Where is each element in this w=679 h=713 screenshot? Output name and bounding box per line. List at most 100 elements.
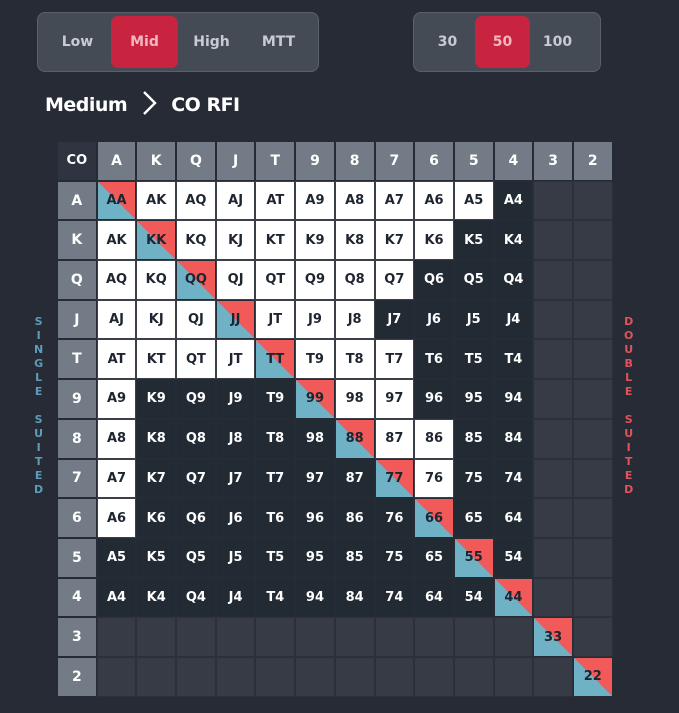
hand-cell[interactable]: 55: [453, 537, 494, 578]
hand-cell[interactable]: A4: [493, 180, 534, 221]
hand-cell[interactable]: QJ: [215, 260, 256, 300]
hand-cell[interactable]: J4: [215, 577, 256, 618]
hand-cell[interactable]: T5: [255, 537, 296, 578]
hand-cell[interactable]: KJ: [136, 299, 177, 340]
hand-cell[interactable]: J7: [215, 458, 256, 499]
hand-cell[interactable]: 76: [414, 458, 454, 499]
hand-cell[interactable]: 96: [414, 379, 454, 419]
hand-cell[interactable]: 86: [414, 418, 454, 459]
hand-cell[interactable]: QQ: [176, 260, 216, 300]
stack-option-30[interactable]: 30: [420, 16, 475, 68]
hand-cell[interactable]: K9: [295, 220, 335, 261]
hand-cell[interactable]: KQ: [136, 260, 177, 300]
hand-cell[interactable]: K7: [374, 220, 415, 261]
hand-cell[interactable]: 95: [295, 537, 335, 578]
hand-cell[interactable]: T9: [295, 339, 335, 380]
hand-cell[interactable]: Q5: [176, 537, 216, 578]
hand-cell[interactable]: KT: [255, 220, 296, 261]
hand-cell[interactable]: JJ: [215, 299, 256, 340]
hand-cell[interactable]: T9: [255, 379, 296, 419]
hand-cell[interactable]: Q9: [295, 260, 335, 300]
hand-cell[interactable]: A4: [96, 577, 137, 618]
hand-cell[interactable]: K8: [334, 220, 375, 261]
hand-cell[interactable]: J5: [215, 537, 256, 578]
hand-cell[interactable]: T6: [414, 339, 454, 380]
hand-cell[interactable]: A5: [453, 180, 494, 221]
hand-cell[interactable]: T7: [255, 458, 296, 499]
stakes-option-high[interactable]: High: [178, 16, 245, 68]
hand-cell[interactable]: K6: [414, 220, 454, 261]
hand-cell[interactable]: AK: [96, 220, 137, 261]
hand-cell[interactable]: T4: [493, 339, 534, 380]
hand-cell[interactable]: K4: [136, 577, 177, 618]
hand-cell[interactable]: 64: [493, 498, 534, 538]
hand-cell[interactable]: K4: [493, 220, 534, 261]
hand-cell[interactable]: J8: [215, 418, 256, 459]
hand-cell[interactable]: J4: [493, 299, 534, 340]
hand-cell[interactable]: 44: [493, 577, 534, 618]
hand-cell[interactable]: Q8: [176, 418, 216, 459]
hand-cell[interactable]: 95: [453, 379, 494, 419]
hand-cell[interactable]: T7: [374, 339, 415, 380]
hand-cell[interactable]: K5: [136, 537, 177, 578]
hand-cell[interactable]: JT: [255, 299, 296, 340]
hand-cell[interactable]: A9: [295, 180, 335, 221]
hand-cell[interactable]: Q5: [453, 260, 494, 300]
hand-cell[interactable]: K9: [136, 379, 177, 419]
hand-cell[interactable]: AK: [136, 180, 177, 221]
hand-cell[interactable]: QT: [255, 260, 296, 300]
hand-cell[interactable]: AQ: [96, 260, 137, 300]
hand-cell[interactable]: 74: [374, 577, 415, 618]
hand-cell[interactable]: Q4: [176, 577, 216, 618]
hand-cell[interactable]: 22: [572, 656, 613, 697]
hand-cell[interactable]: 98: [295, 418, 335, 459]
hand-cell[interactable]: 74: [493, 458, 534, 499]
hand-cell[interactable]: AJ: [96, 299, 137, 340]
hand-cell[interactable]: 96: [295, 498, 335, 538]
hand-cell[interactable]: A7: [96, 458, 137, 499]
hand-cell[interactable]: Q9: [176, 379, 216, 419]
hand-cell[interactable]: 77: [374, 458, 415, 499]
hand-cell[interactable]: AT: [96, 339, 137, 380]
hand-cell[interactable]: TT: [255, 339, 296, 380]
hand-cell[interactable]: KK: [136, 220, 177, 261]
hand-cell[interactable]: T6: [255, 498, 296, 538]
hand-cell[interactable]: J8: [334, 299, 375, 340]
hand-cell[interactable]: K7: [136, 458, 177, 499]
hand-cell[interactable]: Q7: [176, 458, 216, 499]
hand-cell[interactable]: Q6: [414, 260, 454, 300]
breadcrumb-level[interactable]: Medium: [45, 94, 128, 116]
hand-cell[interactable]: JT: [215, 339, 256, 380]
hand-cell[interactable]: T8: [255, 418, 296, 459]
hand-cell[interactable]: A9: [96, 379, 137, 419]
hand-cell[interactable]: 88: [334, 418, 375, 459]
hand-cell[interactable]: 94: [295, 577, 335, 618]
hand-cell[interactable]: Q7: [374, 260, 415, 300]
stakes-option-mtt[interactable]: MTT: [245, 16, 312, 68]
hand-cell[interactable]: K5: [453, 220, 494, 261]
hand-cell[interactable]: AT: [255, 180, 296, 221]
stack-option-100[interactable]: 100: [530, 16, 585, 68]
hand-cell[interactable]: 87: [374, 418, 415, 459]
hand-cell[interactable]: 99: [295, 379, 335, 419]
hand-cell[interactable]: T8: [334, 339, 375, 380]
hand-cell[interactable]: 84: [334, 577, 375, 618]
hand-cell[interactable]: K6: [136, 498, 177, 538]
stakes-option-mid[interactable]: Mid: [111, 16, 178, 68]
hand-cell[interactable]: QT: [176, 339, 216, 380]
hand-cell[interactable]: 98: [334, 379, 375, 419]
hand-cell[interactable]: K8: [136, 418, 177, 459]
hand-cell[interactable]: KQ: [176, 220, 216, 261]
hand-cell[interactable]: 76: [374, 498, 415, 538]
hand-cell[interactable]: J7: [374, 299, 415, 340]
hand-cell[interactable]: A6: [96, 498, 137, 538]
hand-cell[interactable]: 85: [334, 537, 375, 578]
hand-cell[interactable]: A8: [334, 180, 375, 221]
hand-cell[interactable]: AA: [96, 180, 137, 221]
hand-cell[interactable]: 66: [414, 498, 454, 538]
hand-cell[interactable]: J6: [414, 299, 454, 340]
hand-cell[interactable]: KJ: [215, 220, 256, 261]
hand-cell[interactable]: A5: [96, 537, 137, 578]
hand-cell[interactable]: 75: [453, 458, 494, 499]
hand-cell[interactable]: 33: [533, 617, 573, 657]
